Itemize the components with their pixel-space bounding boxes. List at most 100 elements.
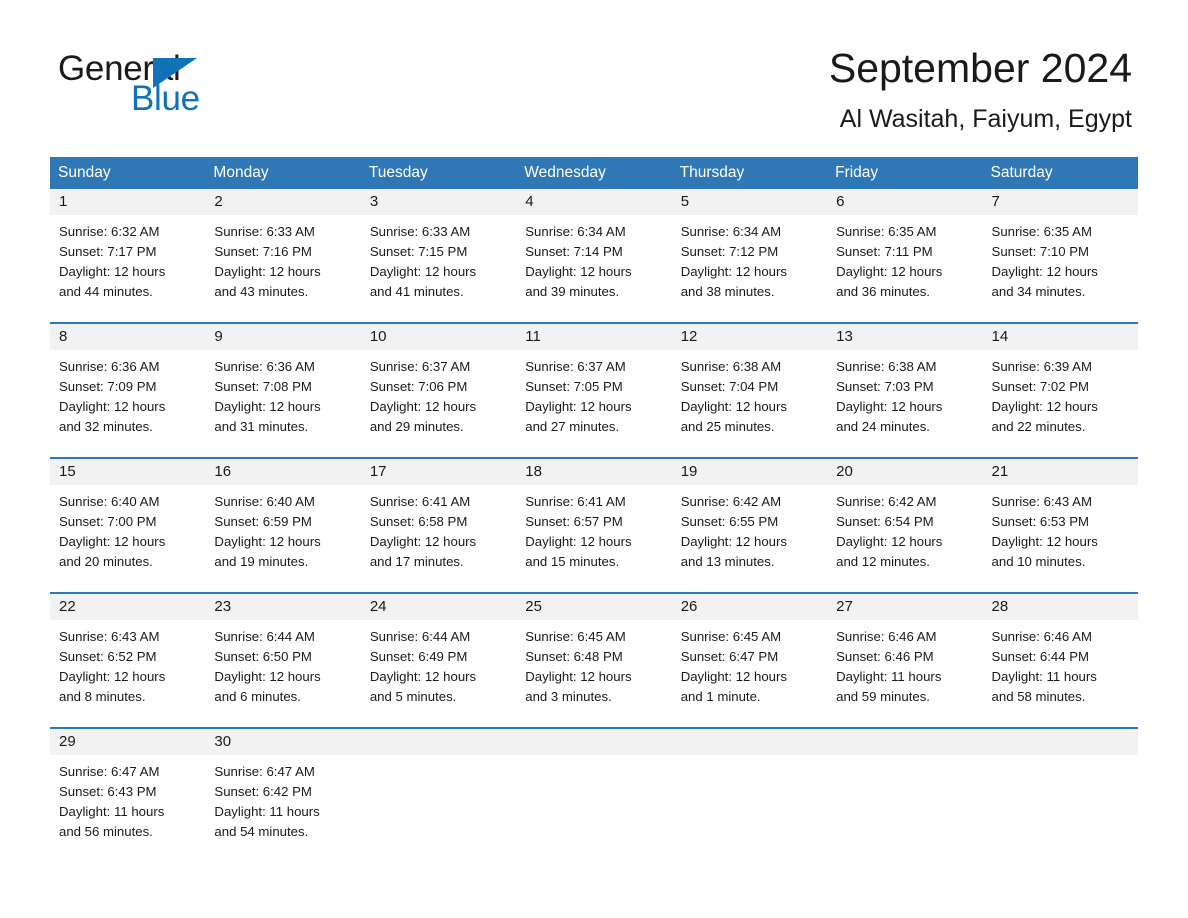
day-number[interactable]: 10 (361, 324, 516, 350)
daylight-text-line1: Daylight: 12 hours (836, 264, 943, 279)
daylight-text-line2: and 34 minutes. (991, 284, 1086, 299)
sunset-text: Sunset: 6:54 PM (836, 514, 934, 529)
sunrise-text: Sunrise: 6:37 AM (369, 359, 471, 374)
day-number[interactable]: 26 (672, 594, 827, 620)
day-number[interactable]: 13 (827, 324, 982, 350)
week-spacer (50, 718, 1138, 727)
calendar-week-row: 29 30 Sunrise: 6:47 AM Sunset: 6:43 PM D… (50, 718, 1138, 853)
daylight-text-line1: Daylight: 12 hours (991, 264, 1098, 279)
daylight-text-line2: and 56 minutes. (59, 824, 153, 839)
day-number[interactable]: 29 (50, 729, 205, 755)
day-detail: Sunrise: 6:45 AM Sunset: 6:47 PM Dayligh… (672, 620, 827, 718)
daylight-text-line1: Daylight: 12 hours (214, 534, 321, 549)
sunrise-text: Sunrise: 6:41 AM (369, 494, 471, 509)
sunset-text: Sunset: 7:14 PM (525, 244, 623, 259)
sunset-text: Sunset: 6:44 PM (991, 649, 1090, 664)
generalblue-logo[interactable]: General Blue (58, 50, 318, 122)
daylight-text-line1: Daylight: 12 hours (525, 534, 632, 549)
title-block: September 2024 Al Wasitah, Faiyum, Egypt (829, 44, 1132, 135)
daylight-text-line2: and 58 minutes. (991, 689, 1086, 704)
day-number[interactable]: 30 (205, 729, 360, 755)
logo-text-blue: Blue (131, 79, 200, 118)
daylight-text-line2: and 24 minutes. (836, 419, 930, 434)
day-number[interactable]: 24 (361, 594, 516, 620)
daylight-text-line2: and 6 minutes. (214, 689, 301, 704)
week-daynumber-band: 8 9 10 11 12 13 14 (50, 324, 1138, 350)
day-number[interactable]: 21 (983, 459, 1138, 485)
day-number[interactable]: 25 (516, 594, 671, 620)
day-number[interactable]: 17 (361, 459, 516, 485)
daylight-text-line2: and 59 minutes. (836, 689, 930, 704)
daylight-text-line2: and 25 minutes. (680, 419, 775, 434)
sunrise-text: Sunrise: 6:46 AM (991, 629, 1092, 644)
day-number[interactable]: 20 (827, 459, 982, 485)
daylight-text-line2: and 17 minutes. (369, 554, 464, 569)
daylight-text-line2: and 54 minutes. (214, 824, 309, 839)
day-number[interactable]: 22 (50, 594, 205, 620)
week-spacer (50, 448, 1138, 457)
day-number[interactable]: 4 (516, 189, 671, 215)
day-number[interactable]: 2 (205, 189, 360, 215)
sunrise-text: Sunrise: 6:44 AM (214, 629, 315, 644)
day-of-week-header-row: Sunday Monday Tuesday Wednesday Thursday… (50, 157, 1138, 189)
day-number[interactable]: 14 (983, 324, 1138, 350)
day-detail: Sunrise: 6:46 AM Sunset: 6:46 PM Dayligh… (827, 620, 982, 718)
day-number[interactable]: 16 (205, 459, 360, 485)
daylight-text-line2: and 38 minutes. (680, 284, 775, 299)
sunset-text: Sunset: 7:04 PM (680, 379, 779, 394)
dow-header-thursday: Thursday (679, 164, 745, 181)
sunrise-text: Sunrise: 6:33 AM (214, 224, 315, 239)
day-detail: Sunrise: 6:37 AM Sunset: 7:06 PM Dayligh… (361, 350, 516, 448)
day-detail: Sunrise: 6:32 AM Sunset: 7:17 PM Dayligh… (50, 215, 205, 313)
day-number[interactable]: 3 (361, 189, 516, 215)
calendar-week-row: 1 2 3 4 5 6 7 Sunrise: 6:32 AM Sunset: 7… (50, 189, 1138, 313)
daylight-text-line2: and 13 minutes. (680, 554, 775, 569)
daylight-text-line1: Daylight: 11 hours (836, 669, 942, 684)
day-number-empty (983, 729, 1138, 755)
sunset-text: Sunset: 6:50 PM (214, 649, 312, 664)
day-detail: Sunrise: 6:35 AM Sunset: 7:10 PM Dayligh… (983, 215, 1138, 313)
day-number[interactable]: 5 (672, 189, 827, 215)
day-number[interactable]: 9 (205, 324, 360, 350)
daylight-text-line1: Daylight: 12 hours (59, 399, 166, 414)
day-number[interactable]: 18 (516, 459, 671, 485)
day-detail: Sunrise: 6:38 AM Sunset: 7:04 PM Dayligh… (672, 350, 827, 448)
sunset-text: Sunset: 6:43 PM (59, 784, 157, 799)
day-number[interactable]: 1 (50, 189, 205, 215)
daylight-text-line2: and 36 minutes. (836, 284, 930, 299)
sunset-text: Sunset: 6:47 PM (680, 649, 779, 664)
day-number[interactable]: 15 (50, 459, 205, 485)
daylight-text-line2: and 32 minutes. (59, 419, 153, 434)
sunrise-text: Sunrise: 6:34 AM (680, 224, 782, 239)
day-number[interactable]: 8 (50, 324, 205, 350)
day-number[interactable]: 7 (983, 189, 1138, 215)
sunrise-text: Sunrise: 6:32 AM (59, 224, 160, 239)
sunset-text: Sunset: 7:00 PM (59, 514, 157, 529)
day-number[interactable]: 19 (672, 459, 827, 485)
day-number[interactable]: 27 (827, 594, 982, 620)
sunset-text: Sunset: 6:59 PM (214, 514, 312, 529)
day-detail: Sunrise: 6:33 AM Sunset: 7:15 PM Dayligh… (361, 215, 516, 313)
daylight-text-line2: and 31 minutes. (214, 419, 309, 434)
sunset-text: Sunset: 6:55 PM (680, 514, 779, 529)
sunset-text: Sunset: 6:58 PM (369, 514, 468, 529)
daylight-text-line1: Daylight: 12 hours (991, 534, 1098, 549)
daylight-text-line2: and 20 minutes. (59, 554, 153, 569)
day-number[interactable]: 28 (983, 594, 1138, 620)
sunset-text: Sunset: 7:08 PM (214, 379, 312, 394)
day-number[interactable]: 12 (672, 324, 827, 350)
daylight-text-line2: and 29 minutes. (369, 419, 464, 434)
daylight-text-line1: Daylight: 12 hours (836, 534, 943, 549)
week-spacer (50, 313, 1138, 322)
day-detail: Sunrise: 6:41 AM Sunset: 6:58 PM Dayligh… (361, 485, 516, 583)
day-number[interactable]: 6 (827, 189, 982, 215)
sunrise-text: Sunrise: 6:33 AM (369, 224, 471, 239)
daylight-text-line1: Daylight: 12 hours (525, 399, 632, 414)
daylight-text-line2: and 44 minutes. (59, 284, 153, 299)
daylight-text-line2: and 27 minutes. (525, 419, 620, 434)
day-number[interactable]: 11 (516, 324, 671, 350)
day-number[interactable]: 23 (205, 594, 360, 620)
sunrise-text: Sunrise: 6:39 AM (991, 359, 1092, 374)
sunrise-text: Sunrise: 6:40 AM (214, 494, 315, 509)
day-number-empty (672, 729, 827, 755)
